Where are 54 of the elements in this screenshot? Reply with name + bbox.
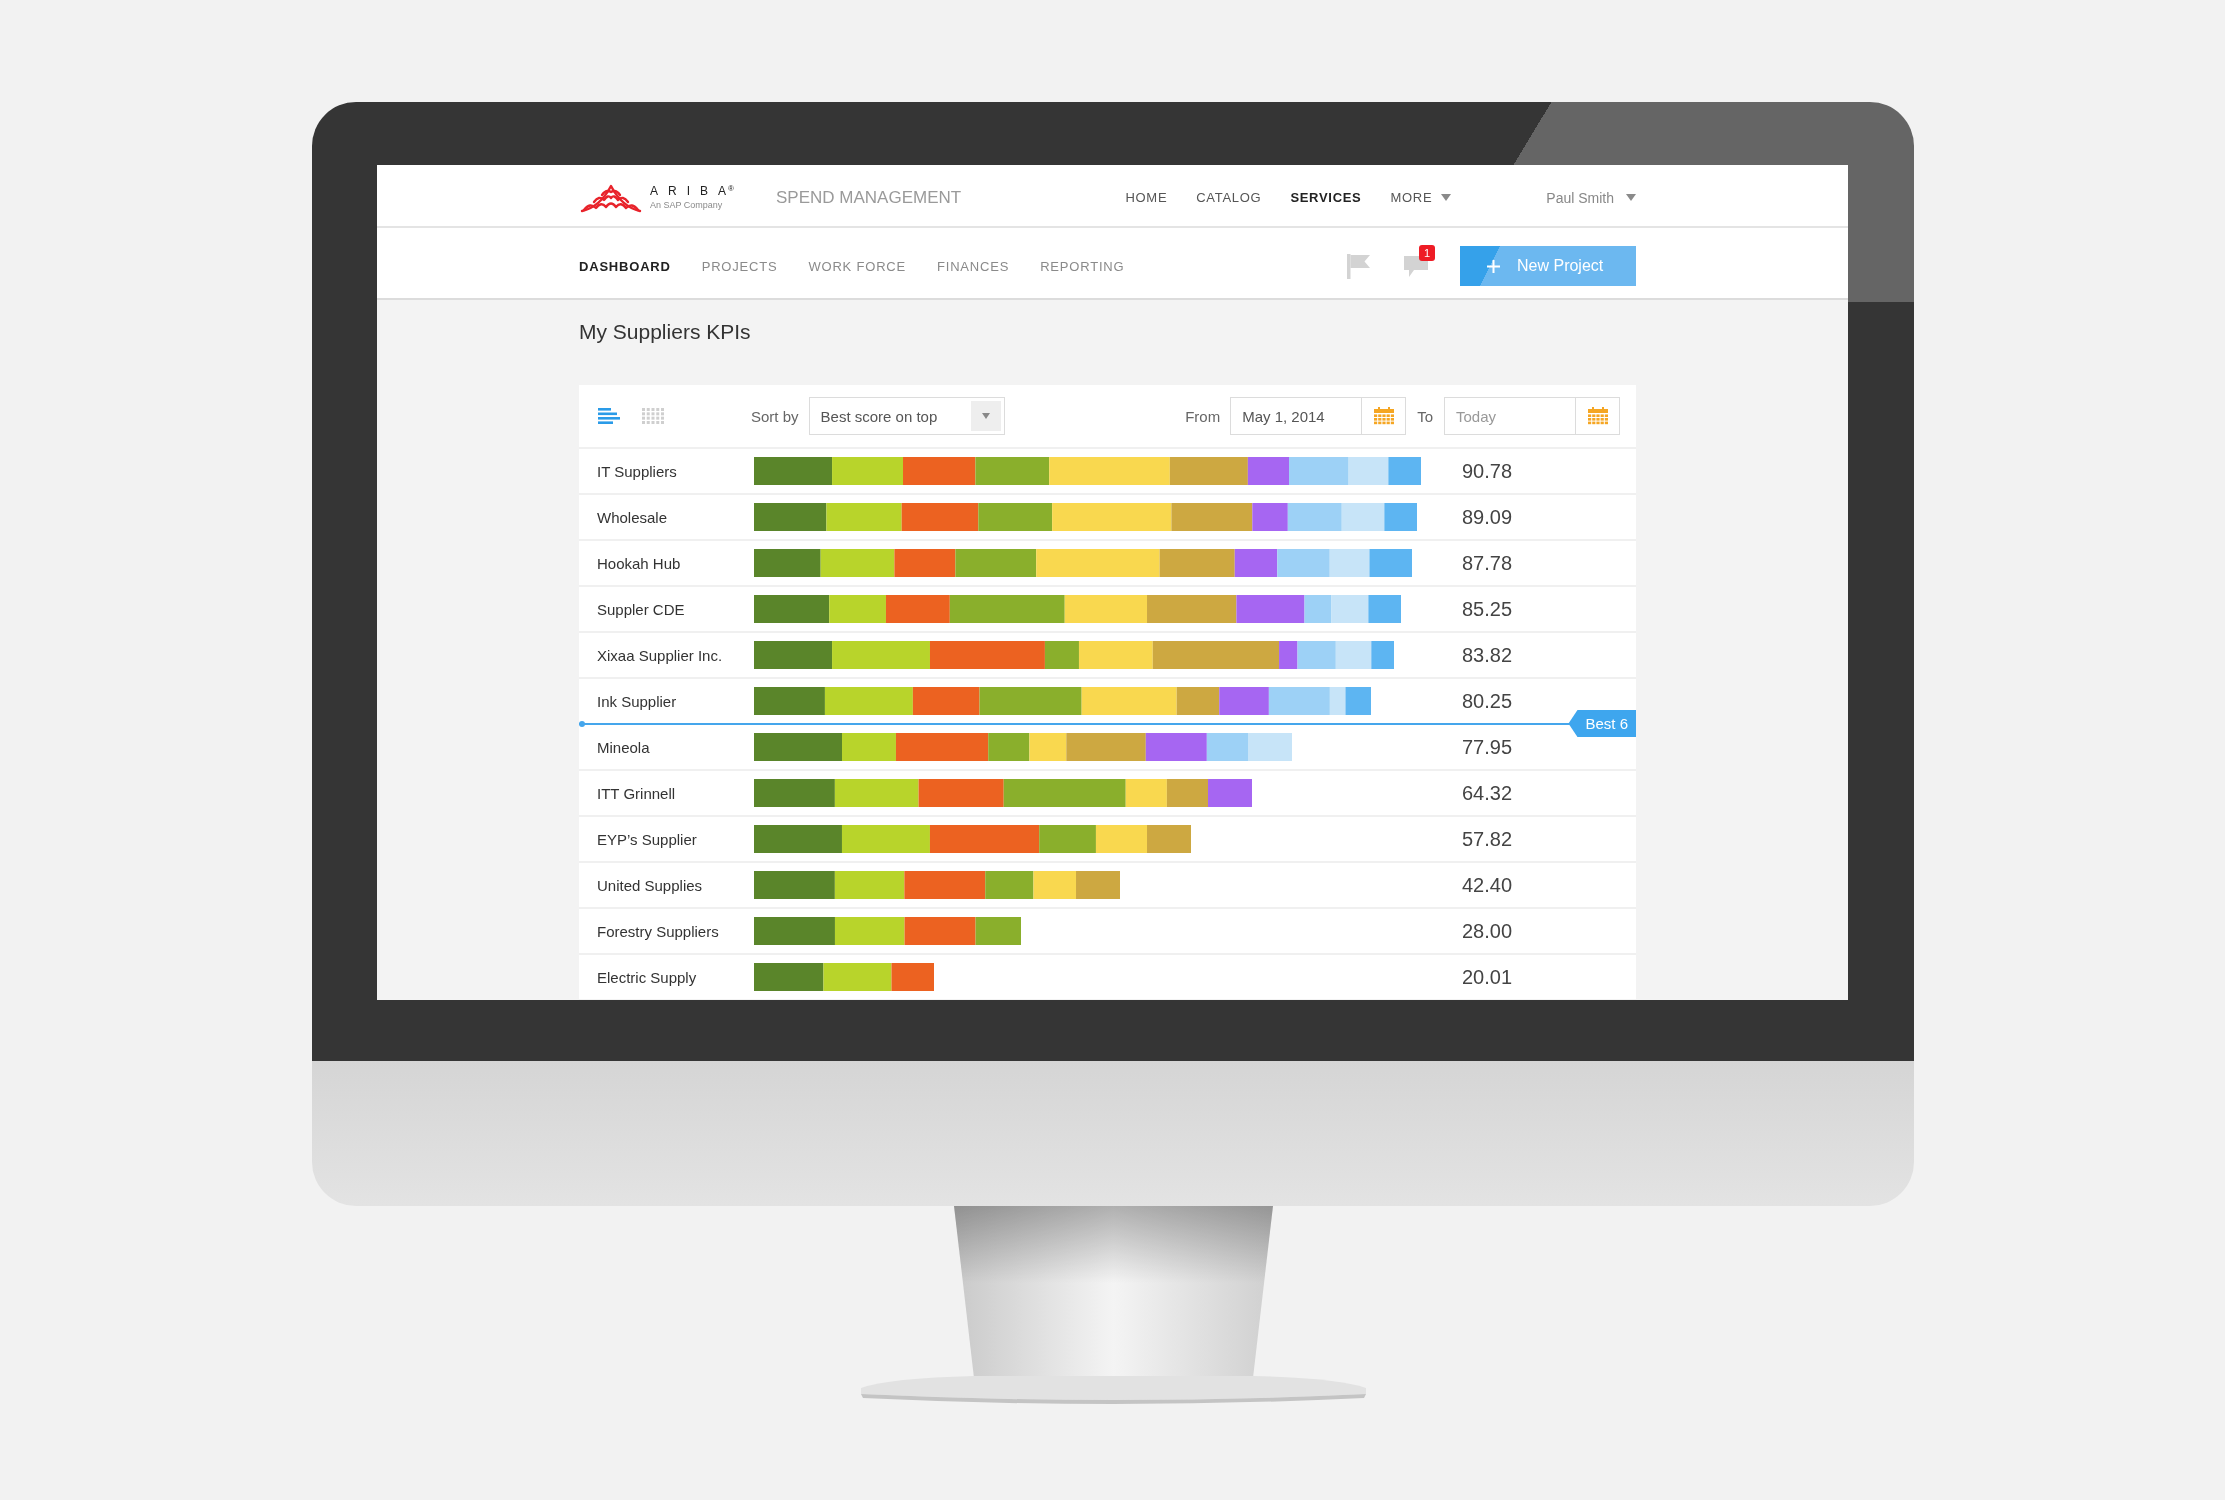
grid-icon[interactable]: [642, 408, 664, 424]
plus-icon: [1487, 259, 1500, 273]
sort-dropdown[interactable]: Best score on top: [808, 397, 1005, 435]
score-value: 28.00: [1462, 919, 1513, 943]
sort-label: Sort by: [751, 407, 799, 425]
supplier-name: Wholesale: [597, 508, 668, 526]
date-field[interactable]: Today: [1444, 397, 1575, 435]
user-menu[interactable]: Paul Smith: [1546, 189, 1636, 206]
supplier-name: Mineola: [597, 738, 650, 756]
notification-badge: 1: [1419, 244, 1435, 261]
nav-link[interactable]: SERVICES: [1290, 190, 1362, 205]
calendar-icon: [1373, 407, 1394, 425]
caret-icon: [970, 401, 1001, 431]
caret-icon: [1626, 194, 1636, 201]
supplier-name: United Supplies: [597, 876, 703, 894]
calendar-icon: [1587, 407, 1608, 425]
score-value: 42.40: [1462, 873, 1513, 897]
nav-link[interactable]: MORE: [1390, 190, 1452, 205]
cutoff-tag: Best 6: [1568, 710, 1636, 737]
nav-tab[interactable]: FINANCES: [937, 258, 1010, 274]
score-value: 87.78: [1462, 551, 1513, 575]
supplier-name: Hookah Hub: [597, 554, 681, 572]
score-value: 90.78: [1462, 459, 1513, 483]
calendar-button[interactable]: [1361, 397, 1407, 435]
supplier-name: IT Suppliers: [597, 462, 677, 480]
supplier-name: ITT Grinnell: [597, 784, 676, 802]
date-field[interactable]: May 1, 2014: [1230, 397, 1362, 435]
score-value: 85.25: [1462, 597, 1513, 621]
logo-tagline: An SAP Company: [650, 200, 723, 211]
nav-link[interactable]: HOME: [1125, 190, 1168, 205]
product-title: SPEND MANAGEMENT: [776, 187, 962, 208]
supplier-name: Electric Supply: [597, 968, 697, 986]
nav-link[interactable]: CATALOG: [1196, 190, 1262, 205]
flag-icon[interactable]: [1347, 253, 1370, 279]
supplier-name: Xixaa Supplier Inc.: [597, 646, 723, 664]
score-value: 57.82: [1462, 827, 1513, 851]
from-label: From: [1185, 407, 1221, 425]
to-label: To: [1417, 407, 1433, 425]
score-value: 77.95: [1462, 735, 1513, 759]
score-value: 83.82: [1462, 643, 1513, 667]
page-title: My Suppliers KPIs: [579, 319, 751, 345]
nav-tab[interactable]: WORK FORCE: [808, 258, 906, 274]
supplier-name: Ink Supplier: [597, 692, 677, 710]
score-value: 89.09: [1462, 505, 1513, 529]
score-value: 80.25: [1462, 689, 1513, 713]
calendar-button[interactable]: [1575, 397, 1620, 435]
score-value: 64.32: [1462, 781, 1513, 805]
supplier-name: Suppler CDE: [597, 600, 685, 618]
supplier-name: EYP’s Supplier: [597, 830, 697, 848]
nav-tab[interactable]: DASHBOARD: [579, 258, 671, 274]
lattice-logo-icon: [579, 182, 643, 213]
supplier-name: Forestry Suppliers: [597, 922, 719, 940]
bar-list-icon[interactable]: [598, 408, 620, 424]
score-value: 20.01: [1462, 965, 1513, 989]
